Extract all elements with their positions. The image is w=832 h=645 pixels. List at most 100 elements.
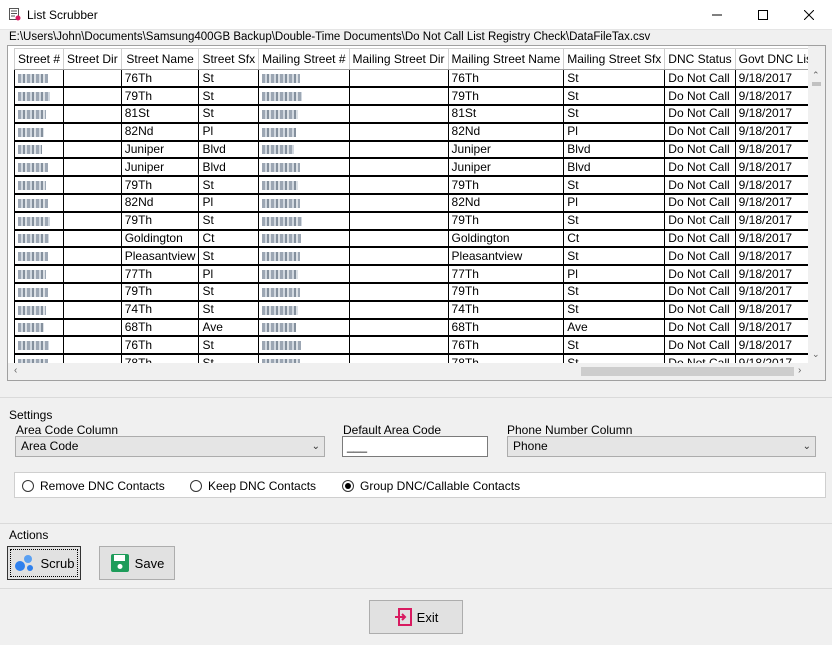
- table-cell[interactable]: Do Not Call: [664, 176, 736, 196]
- table-cell[interactable]: [349, 283, 449, 302]
- column-header[interactable]: Mailing Street Sfx: [563, 48, 666, 70]
- table-cell[interactable]: 79Th: [448, 283, 565, 302]
- table-cell[interactable]: [258, 69, 350, 89]
- table-row[interactable]: 76Th St 76Th St Do Not Call 9/18/2017: [13, 69, 825, 89]
- table-cell[interactable]: 81St: [448, 105, 565, 124]
- table-cell[interactable]: [349, 318, 449, 338]
- column-header[interactable]: Street Dir: [63, 48, 122, 70]
- table-cell[interactable]: St: [563, 336, 666, 356]
- table-cell[interactable]: [63, 247, 122, 267]
- table-cell[interactable]: St: [563, 176, 666, 196]
- table-cell[interactable]: Pl: [198, 194, 260, 213]
- table-cell[interactable]: [63, 69, 122, 89]
- table-cell[interactable]: [13, 122, 65, 142]
- table-cell[interactable]: [258, 300, 350, 320]
- table-cell[interactable]: 82Nd: [448, 194, 565, 213]
- table-cell[interactable]: Blvd: [198, 158, 260, 178]
- scroll-right-icon[interactable]: ›: [798, 365, 801, 376]
- area-code-column-select[interactable]: Area Code ⌄: [15, 436, 325, 457]
- table-cell[interactable]: [258, 87, 350, 107]
- table-cell[interactable]: St: [563, 69, 666, 89]
- table-cell[interactable]: [13, 300, 65, 320]
- table-cell[interactable]: 79Th: [448, 211, 565, 231]
- maximize-button[interactable]: [740, 0, 786, 30]
- table-cell[interactable]: [63, 140, 122, 160]
- horizontal-scrollbar[interactable]: ‹ ›: [8, 363, 825, 380]
- table-cell[interactable]: Blvd: [563, 140, 666, 160]
- radio-button-selected-icon[interactable]: [342, 480, 354, 492]
- table-cell[interactable]: St: [198, 105, 260, 124]
- table-cell[interactable]: [63, 229, 122, 249]
- table-cell[interactable]: [13, 140, 65, 160]
- table-cell[interactable]: 76Th: [121, 336, 200, 356]
- table-cell[interactable]: [13, 318, 65, 338]
- scroll-down-icon[interactable]: ⌄: [812, 349, 820, 360]
- table-cell[interactable]: Pl: [563, 194, 666, 213]
- table-cell[interactable]: [258, 283, 350, 302]
- table-cell[interactable]: 79Th: [448, 176, 565, 196]
- table-cell[interactable]: Juniper: [121, 140, 200, 160]
- table-row[interactable]: 74Th St 74Th St Do Not Call 9/18/2017: [13, 300, 825, 320]
- table-cell[interactable]: 79Th: [121, 283, 200, 302]
- table-cell[interactable]: [63, 87, 122, 107]
- table-cell[interactable]: [349, 265, 449, 285]
- vertical-scroll-thumb[interactable]: [812, 82, 821, 86]
- table-cell[interactable]: [13, 247, 65, 267]
- table-row[interactable]: 82Nd Pl 82Nd Pl Do Not Call 9/18/2017: [13, 194, 825, 213]
- table-cell[interactable]: 77Th: [121, 265, 200, 285]
- table-cell[interactable]: Ct: [198, 229, 260, 249]
- table-row[interactable]: 76Th St 76Th St Do Not Call 9/18/2017: [13, 336, 825, 356]
- table-cell[interactable]: Juniper: [448, 158, 565, 178]
- table-cell[interactable]: St: [563, 300, 666, 320]
- table-cell[interactable]: [258, 176, 350, 196]
- column-header[interactable]: Mailing Street #: [258, 48, 350, 70]
- default-area-code-input[interactable]: ___: [342, 436, 488, 457]
- table-cell[interactable]: [13, 283, 65, 302]
- table-cell[interactable]: 76Th: [448, 336, 565, 356]
- table-row[interactable]: Juniper Blvd Juniper Blvd Do Not Call 9/18/20…: [13, 158, 825, 178]
- table-cell[interactable]: 79Th: [121, 176, 200, 196]
- table-cell[interactable]: [349, 158, 449, 178]
- table-cell[interactable]: [63, 265, 122, 285]
- table-cell[interactable]: Do Not Call: [664, 283, 736, 302]
- table-row[interactable]: 79Th St 79Th St Do Not Call 9/18/2017: [13, 283, 825, 302]
- table-cell[interactable]: St: [198, 336, 260, 356]
- table-cell[interactable]: [63, 158, 122, 178]
- table-cell[interactable]: 77Th: [448, 265, 565, 285]
- table-cell[interactable]: [349, 176, 449, 196]
- scroll-left-icon[interactable]: ‹: [14, 365, 17, 376]
- table-cell[interactable]: [63, 300, 122, 320]
- table-cell[interactable]: [13, 229, 65, 249]
- table-cell[interactable]: [63, 105, 122, 124]
- radio-button-icon[interactable]: [22, 480, 34, 492]
- table-cell[interactable]: St: [198, 176, 260, 196]
- radio-button-icon[interactable]: [190, 480, 202, 492]
- table-cell[interactable]: 74Th: [448, 300, 565, 320]
- table-row[interactable]: 79Th St 79Th St Do Not Call 9/18/2017: [13, 211, 825, 231]
- table-cell[interactable]: Juniper: [448, 140, 565, 160]
- table-cell[interactable]: [258, 229, 350, 249]
- table-cell[interactable]: [63, 318, 122, 338]
- table-cell[interactable]: Juniper: [121, 158, 200, 178]
- table-cell[interactable]: [258, 122, 350, 142]
- table-cell[interactable]: [63, 283, 122, 302]
- table-cell[interactable]: Do Not Call: [664, 194, 736, 213]
- table-cell[interactable]: [349, 140, 449, 160]
- table-cell[interactable]: Do Not Call: [664, 300, 736, 320]
- table-cell[interactable]: [258, 318, 350, 338]
- table-cell[interactable]: [13, 87, 65, 107]
- table-cell[interactable]: Do Not Call: [664, 318, 736, 338]
- table-cell[interactable]: [349, 211, 449, 231]
- table-cell[interactable]: [13, 265, 65, 285]
- table-cell[interactable]: Ct: [563, 229, 666, 249]
- exit-button[interactable]: Exit: [369, 600, 463, 634]
- radio-group-dnc[interactable]: Group DNC/Callable Contacts: [342, 479, 520, 493]
- table-cell[interactable]: 68Th: [121, 318, 200, 338]
- table-cell[interactable]: Blvd: [563, 158, 666, 178]
- table-cell[interactable]: [258, 140, 350, 160]
- phone-number-column-select[interactable]: Phone ⌄: [507, 436, 816, 457]
- table-cell[interactable]: 76Th: [448, 69, 565, 89]
- save-button[interactable]: Save: [99, 546, 175, 580]
- table-cell[interactable]: 76Th: [121, 69, 200, 89]
- table-cell[interactable]: [349, 87, 449, 107]
